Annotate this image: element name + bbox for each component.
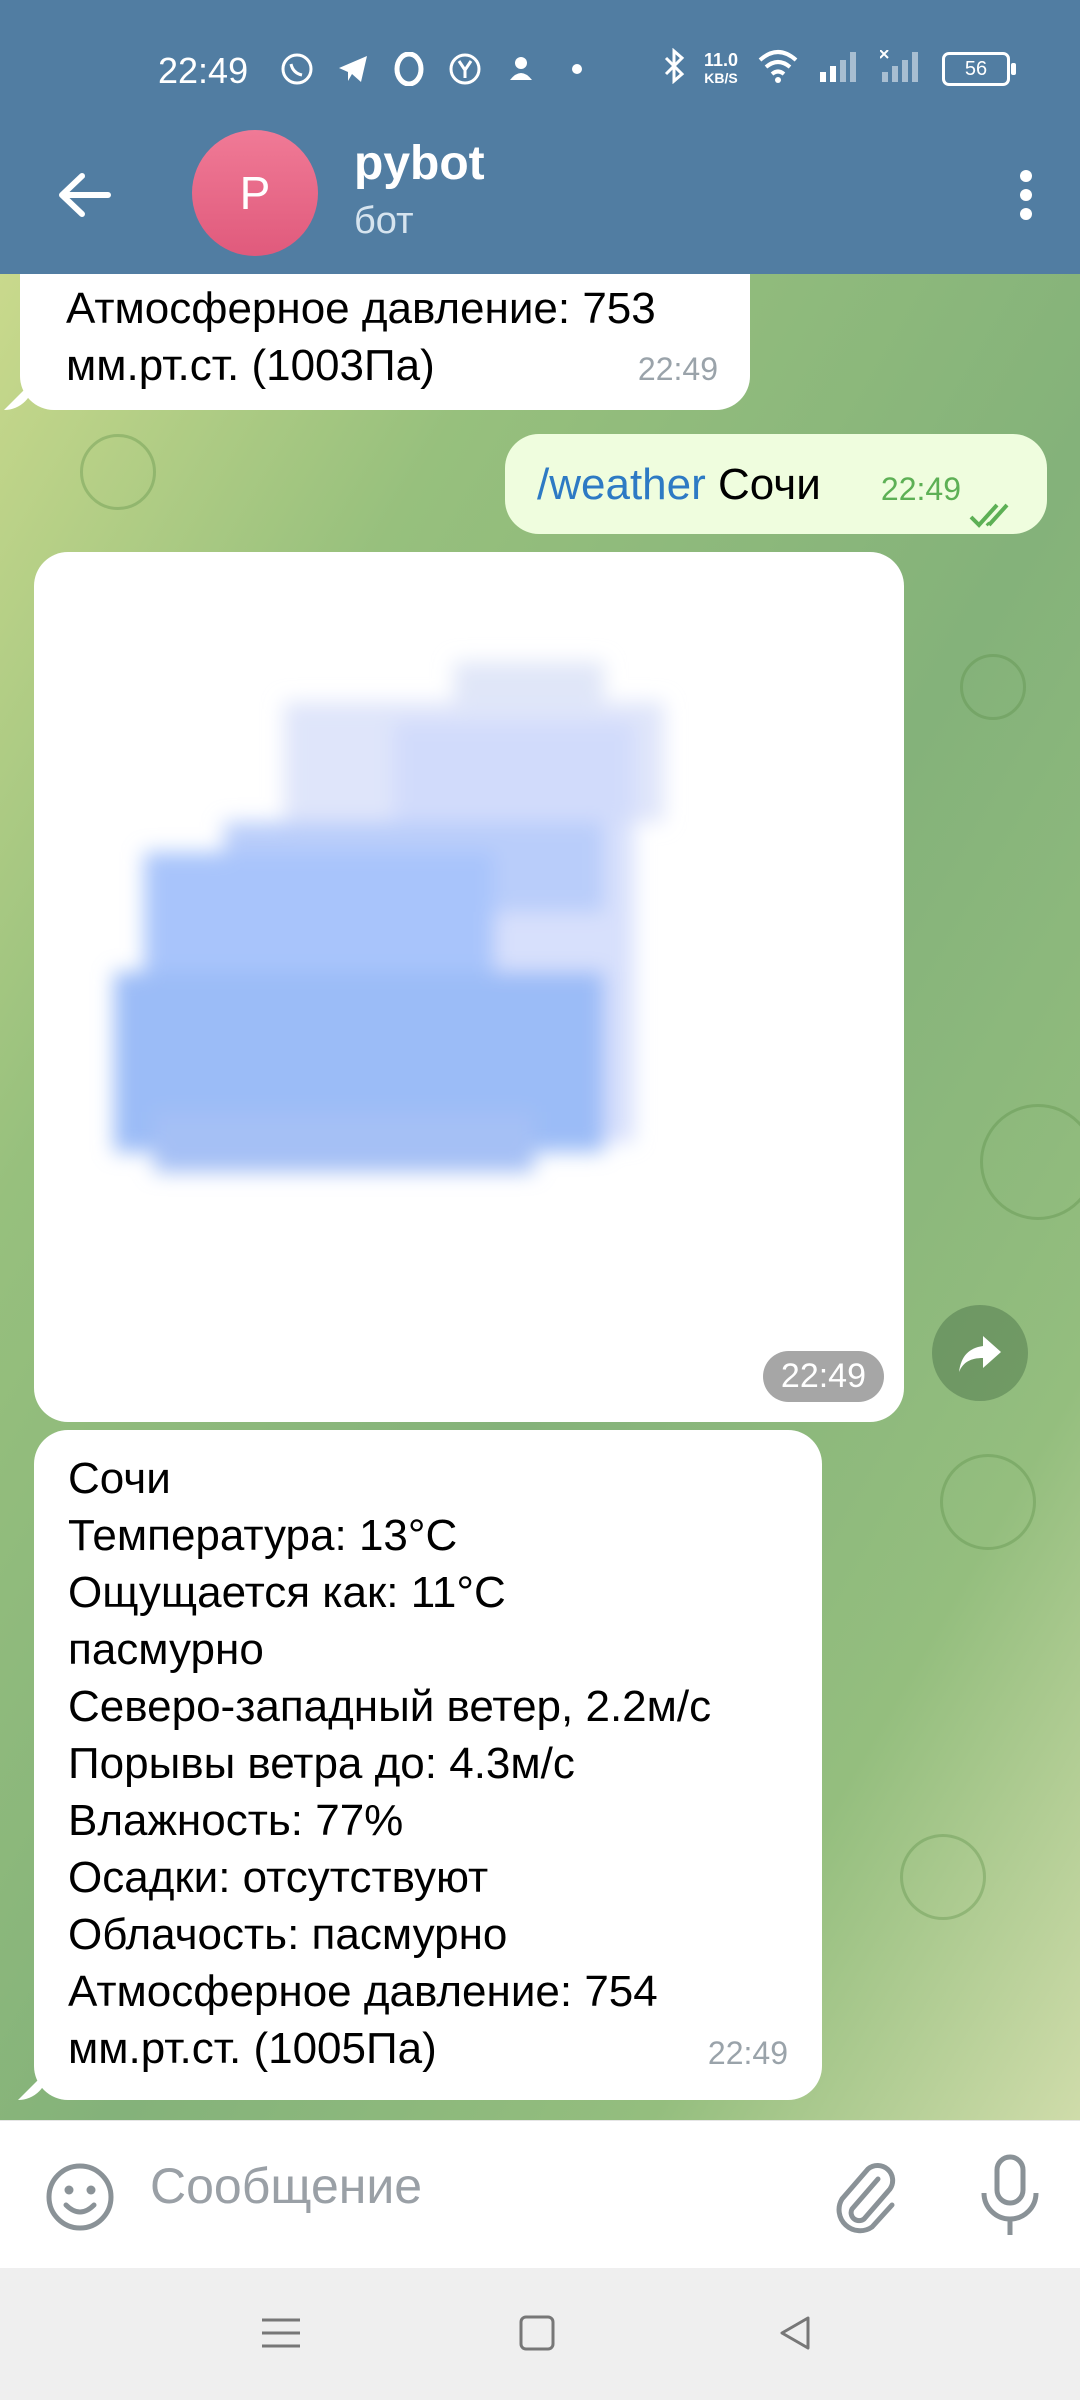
message-time: 22:49 <box>707 2035 788 2071</box>
message-line: Атмосферное давление: 754 <box>68 1967 658 2016</box>
message-line: Температура: 13°C <box>68 1511 458 1560</box>
bot-command-link[interactable]: /weather <box>537 460 706 509</box>
chat-title[interactable]: pybot <box>354 136 485 191</box>
person-icon <box>504 52 538 86</box>
avatar[interactable]: P <box>192 130 318 256</box>
message-line: пасмурно <box>68 1625 264 1674</box>
message-line: мм.рт.ст. (1003Па) <box>66 341 435 390</box>
emoji-icon[interactable] <box>44 2161 116 2233</box>
menu-icon[interactable] <box>256 2308 306 2358</box>
yandex-icon <box>448 52 482 86</box>
bluetooth-icon <box>662 47 686 89</box>
message-line: Атмосферное давление: 753 <box>66 284 656 333</box>
message-time: 22:49 <box>762 1351 884 1402</box>
net-speed: 11.0 KB/S <box>703 49 738 86</box>
telegram-icon <box>336 52 370 86</box>
message-line: Ощущается как: 11°C <box>68 1568 506 1617</box>
microphone-icon[interactable] <box>970 2151 1050 2241</box>
home-icon[interactable] <box>512 2308 562 2358</box>
message-line: Северо-западный ветер, 2.2м/с <box>68 1682 712 1731</box>
message-text: Сочи <box>718 460 821 509</box>
system-navigation-bar <box>0 2268 1080 2400</box>
incoming-message[interactable]: Атмосферное давление: 753 мм.рт.ст. (100… <box>20 274 750 410</box>
signal-off-icon <box>879 49 924 87</box>
status-bar: 22:49 11.0 KB/S 56 <box>0 0 1080 130</box>
status-time: 22:49 <box>158 50 249 91</box>
viber-icon <box>280 52 314 86</box>
back-triangle-icon[interactable] <box>770 2308 820 2358</box>
paperclip-icon[interactable] <box>828 2157 900 2237</box>
message-time: 22:49 <box>880 471 961 507</box>
message-line: Сочи <box>68 1454 171 1503</box>
message-line: Осадки: отсутствуют <box>68 1853 489 1902</box>
message-time: 22:49 <box>637 351 718 387</box>
message-line: мм.рт.ст. (1005Па) <box>68 2024 437 2073</box>
back-arrow-icon[interactable] <box>50 160 120 230</box>
message-input[interactable]: Сообщение <box>150 2157 422 2215</box>
chat-area[interactable]: Атмосферное давление: 753 мм.рт.ст. (100… <box>0 274 1080 2120</box>
message-line: Влажность: 77% <box>68 1796 404 1845</box>
outgoing-message[interactable]: /weather Сочи 22:49 <box>505 434 1047 534</box>
wifi-icon <box>756 48 800 89</box>
double-check-icon <box>969 486 1021 528</box>
battery-icon: 56 <box>942 51 1016 86</box>
message-line: Облачость: пасмурно <box>68 1910 508 1959</box>
opera-icon <box>392 51 426 87</box>
share-icon[interactable] <box>932 1305 1028 1401</box>
cloud-icon <box>114 662 664 1172</box>
app-bar: 22:49 11.0 KB/S 56 P pybot бот <box>0 0 1080 274</box>
more-vert-icon[interactable] <box>1006 160 1046 230</box>
signal-icon <box>818 50 862 87</box>
chat-subtitle: бот <box>354 200 414 242</box>
photo-message[interactable]: 22:49 <box>34 552 904 1422</box>
dot-icon <box>560 52 594 86</box>
message-line: Порывы ветра до: 4.3м/с <box>68 1739 575 1788</box>
message-composer: Сообщение <box>0 2120 1080 2269</box>
incoming-message[interactable]: Сочи Температура: 13°C Ощущается как: 11… <box>34 1430 822 2100</box>
